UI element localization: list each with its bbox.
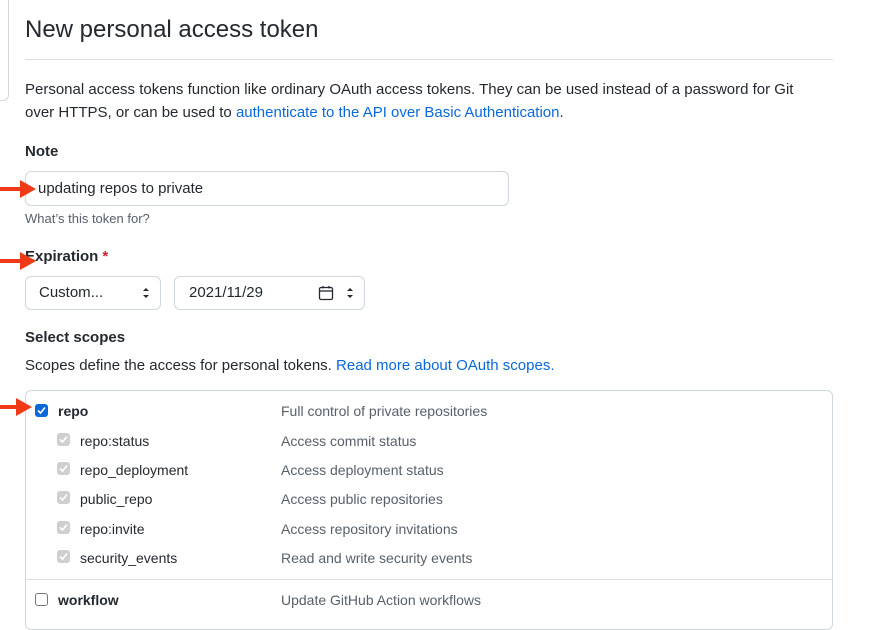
scope-description: Access public repositories [281,491,443,507]
basic-auth-link[interactable]: authenticate to the API over Basic Authe… [236,104,560,121]
left-sidebar-edge [0,0,9,101]
intro-end: . [559,104,564,121]
repo-status-checkbox[interactable] [57,433,70,446]
annotation-arrow-icon [0,180,36,198]
expiration-date-input[interactable]: 2021/11/29 [174,276,365,310]
select-scopes-label: Select scopes [25,329,126,346]
expiration-date-value: 2021/11/29 [189,284,263,301]
scope-name: repo:status [80,433,150,449]
date-updown-icon[interactable] [346,286,354,300]
note-label: Note [25,143,59,160]
scope-row-repo-invite[interactable]: repo:invite Access repository invitation… [26,516,832,545]
select-updown-icon [143,288,149,298]
security-events-checkbox[interactable] [57,550,70,563]
scope-name: repo:invite [80,521,145,537]
scope-name: repo [58,403,89,419]
annotation-arrow-icon [0,398,32,416]
scope-description: Update GitHub Action workflows [281,592,481,608]
scope-name: public_repo [80,491,153,507]
note-hint: What’s this token for? [25,211,150,226]
scope-row-public-repo[interactable]: public_repo Access public repositories [26,486,832,515]
repo-checkbox[interactable] [35,404,48,417]
note-input[interactable] [25,171,509,206]
scope-divider [26,579,832,580]
scope-row-repo-deployment[interactable]: repo_deployment Access deployment status [26,457,832,486]
scope-name: repo_deployment [80,462,189,478]
public-repo-checkbox[interactable] [57,491,70,504]
page-title: New personal access token [25,16,319,43]
scope-description: Access deployment status [281,462,444,478]
scope-description: Read and write security events [281,550,473,566]
required-asterisk: * [102,248,109,265]
scope-row-security-events[interactable]: security_events Read and write security … [26,545,832,574]
scopes-description: Scopes define the access for personal to… [25,357,555,374]
repo-invite-checkbox[interactable] [57,521,70,534]
oauth-scopes-link[interactable]: Read more about OAuth scopes. [336,357,554,374]
title-divider [25,59,833,60]
intro-paragraph: Personal access tokens function like ord… [25,78,825,124]
scope-description: Access repository invitations [281,521,458,537]
repo-deployment-checkbox[interactable] [57,462,70,475]
scope-row-repo-status[interactable]: repo:status Access commit status [26,428,832,457]
annotation-arrow-icon [0,252,36,270]
scopes-list: repo Full control of private repositorie… [25,390,833,630]
scope-row-workflow[interactable]: workflow Update GitHub Action workflows [26,587,832,616]
expiration-select-value: Custom... [39,284,104,301]
scope-name: workflow [58,592,119,608]
scope-description: Access commit status [281,433,417,449]
expiration-select[interactable]: Custom... [25,276,161,310]
scope-description: Full control of private repositories [281,403,488,419]
calendar-icon[interactable] [318,285,334,301]
scope-row-repo[interactable]: repo Full control of private repositorie… [26,398,832,427]
workflow-checkbox[interactable] [35,593,48,606]
scopes-description-text: Scopes define the access for personal to… [25,357,332,374]
scope-name: security_events [80,550,178,566]
